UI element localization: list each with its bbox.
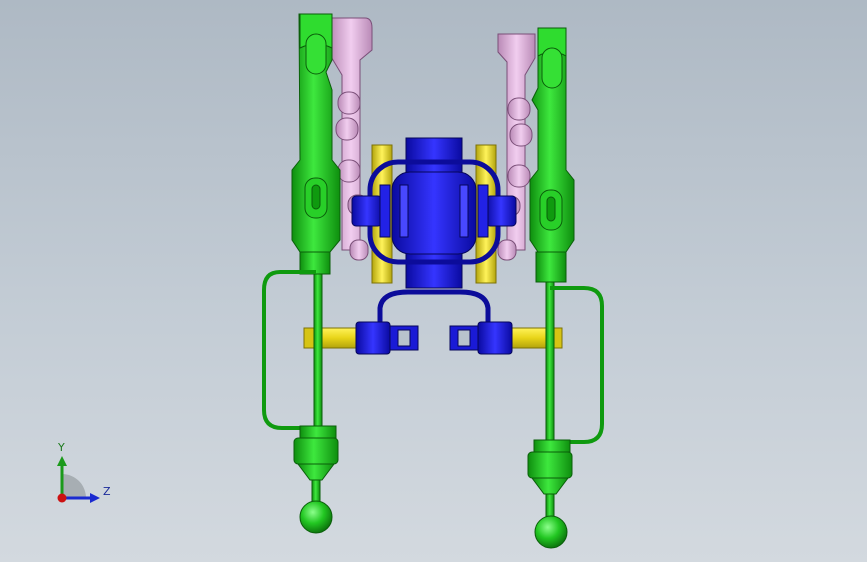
green-arm-left[interactable]: [291, 13, 341, 435]
cad-graphics-viewport[interactable]: Y Z: [0, 0, 867, 562]
green-cable-loop-left[interactable]: [262, 270, 318, 430]
blue-arch-linkage[interactable]: [377, 289, 491, 322]
green-cable-loop-right[interactable]: [548, 286, 604, 444]
triad-z-label: Z: [103, 485, 111, 498]
green-foot-left[interactable]: [293, 425, 339, 534]
green-arm-right[interactable]: [529, 27, 575, 445]
orientation-triad: [57, 456, 100, 503]
blue-clevis-right[interactable]: [449, 321, 513, 355]
green-foot-right[interactable]: [527, 439, 573, 549]
blue-clevis-left[interactable]: [355, 321, 419, 355]
triad-quadrant: [62, 474, 86, 498]
triad-x-axis: [57, 493, 67, 503]
3d-model-assembly[interactable]: [0, 0, 867, 562]
triad-y-label: Y: [58, 441, 65, 454]
